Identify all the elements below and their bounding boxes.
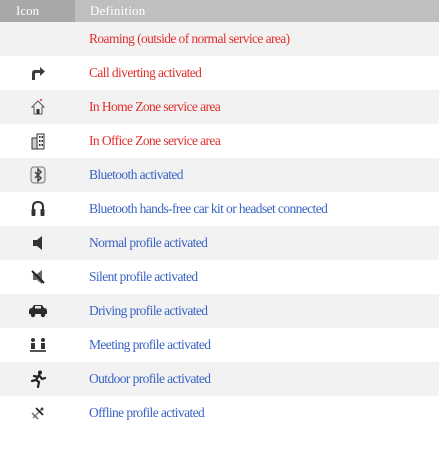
silent-speaker-icon	[30, 269, 46, 285]
table-header: Icon Definition	[0, 0, 439, 22]
speaker-icon	[31, 235, 45, 251]
table-row: Normal profile activated	[0, 226, 439, 260]
definition-text: In Office Zone service area	[89, 133, 221, 148]
running-man-icon	[30, 370, 46, 388]
table-row: Driving profile activated	[0, 294, 439, 328]
table-row: Bluetooth hands-free car kit or headset …	[0, 192, 439, 226]
icon-column-header: Icon	[0, 0, 75, 22]
table-row: Outdoor profile activated	[0, 362, 439, 396]
headset-icon	[30, 200, 46, 218]
definition-column-header: Definition	[90, 3, 146, 18]
definition-text: Offline profile activated	[89, 405, 205, 420]
icon-cell-empty	[0, 22, 75, 56]
definition-text: Bluetooth activated	[89, 167, 184, 182]
icon-definition-table: Icon Definition Roaming (outside of norm…	[0, 0, 439, 430]
home-zone-icon	[30, 98, 46, 116]
meeting-icon	[29, 337, 47, 353]
table-row: In Home Zone service area	[0, 90, 439, 124]
definition-text: Call diverting activated	[89, 65, 202, 80]
definition-text: Normal profile activated	[89, 235, 208, 250]
table-body: Roaming (outside of normal service area)…	[0, 22, 439, 430]
definition-text: Meeting profile activated	[89, 337, 211, 352]
office-zone-icon	[31, 132, 45, 150]
call-divert-icon	[29, 65, 47, 81]
table-row: Offline profile activated	[0, 396, 439, 430]
definition-text: Roaming (outside of normal service area)	[89, 31, 290, 46]
car-icon	[28, 304, 48, 318]
table-row: Roaming (outside of normal service area)	[0, 22, 439, 56]
table-row: Silent profile activated	[0, 260, 439, 294]
bluetooth-icon	[30, 166, 46, 184]
table-row: Call diverting activated	[0, 56, 439, 90]
definition-text: Outdoor profile activated	[89, 371, 211, 386]
table-row: In Office Zone service area	[0, 124, 439, 158]
definition-text: Bluetooth hands-free car kit or headset …	[89, 201, 328, 216]
table-row: Meeting profile activated	[0, 328, 439, 362]
offline-icon	[30, 405, 46, 421]
definition-text: Silent profile activated	[89, 269, 198, 284]
table-row: Bluetooth activated	[0, 158, 439, 192]
definition-text: Driving profile activated	[89, 303, 208, 318]
definition-text: In Home Zone service area	[89, 99, 221, 114]
